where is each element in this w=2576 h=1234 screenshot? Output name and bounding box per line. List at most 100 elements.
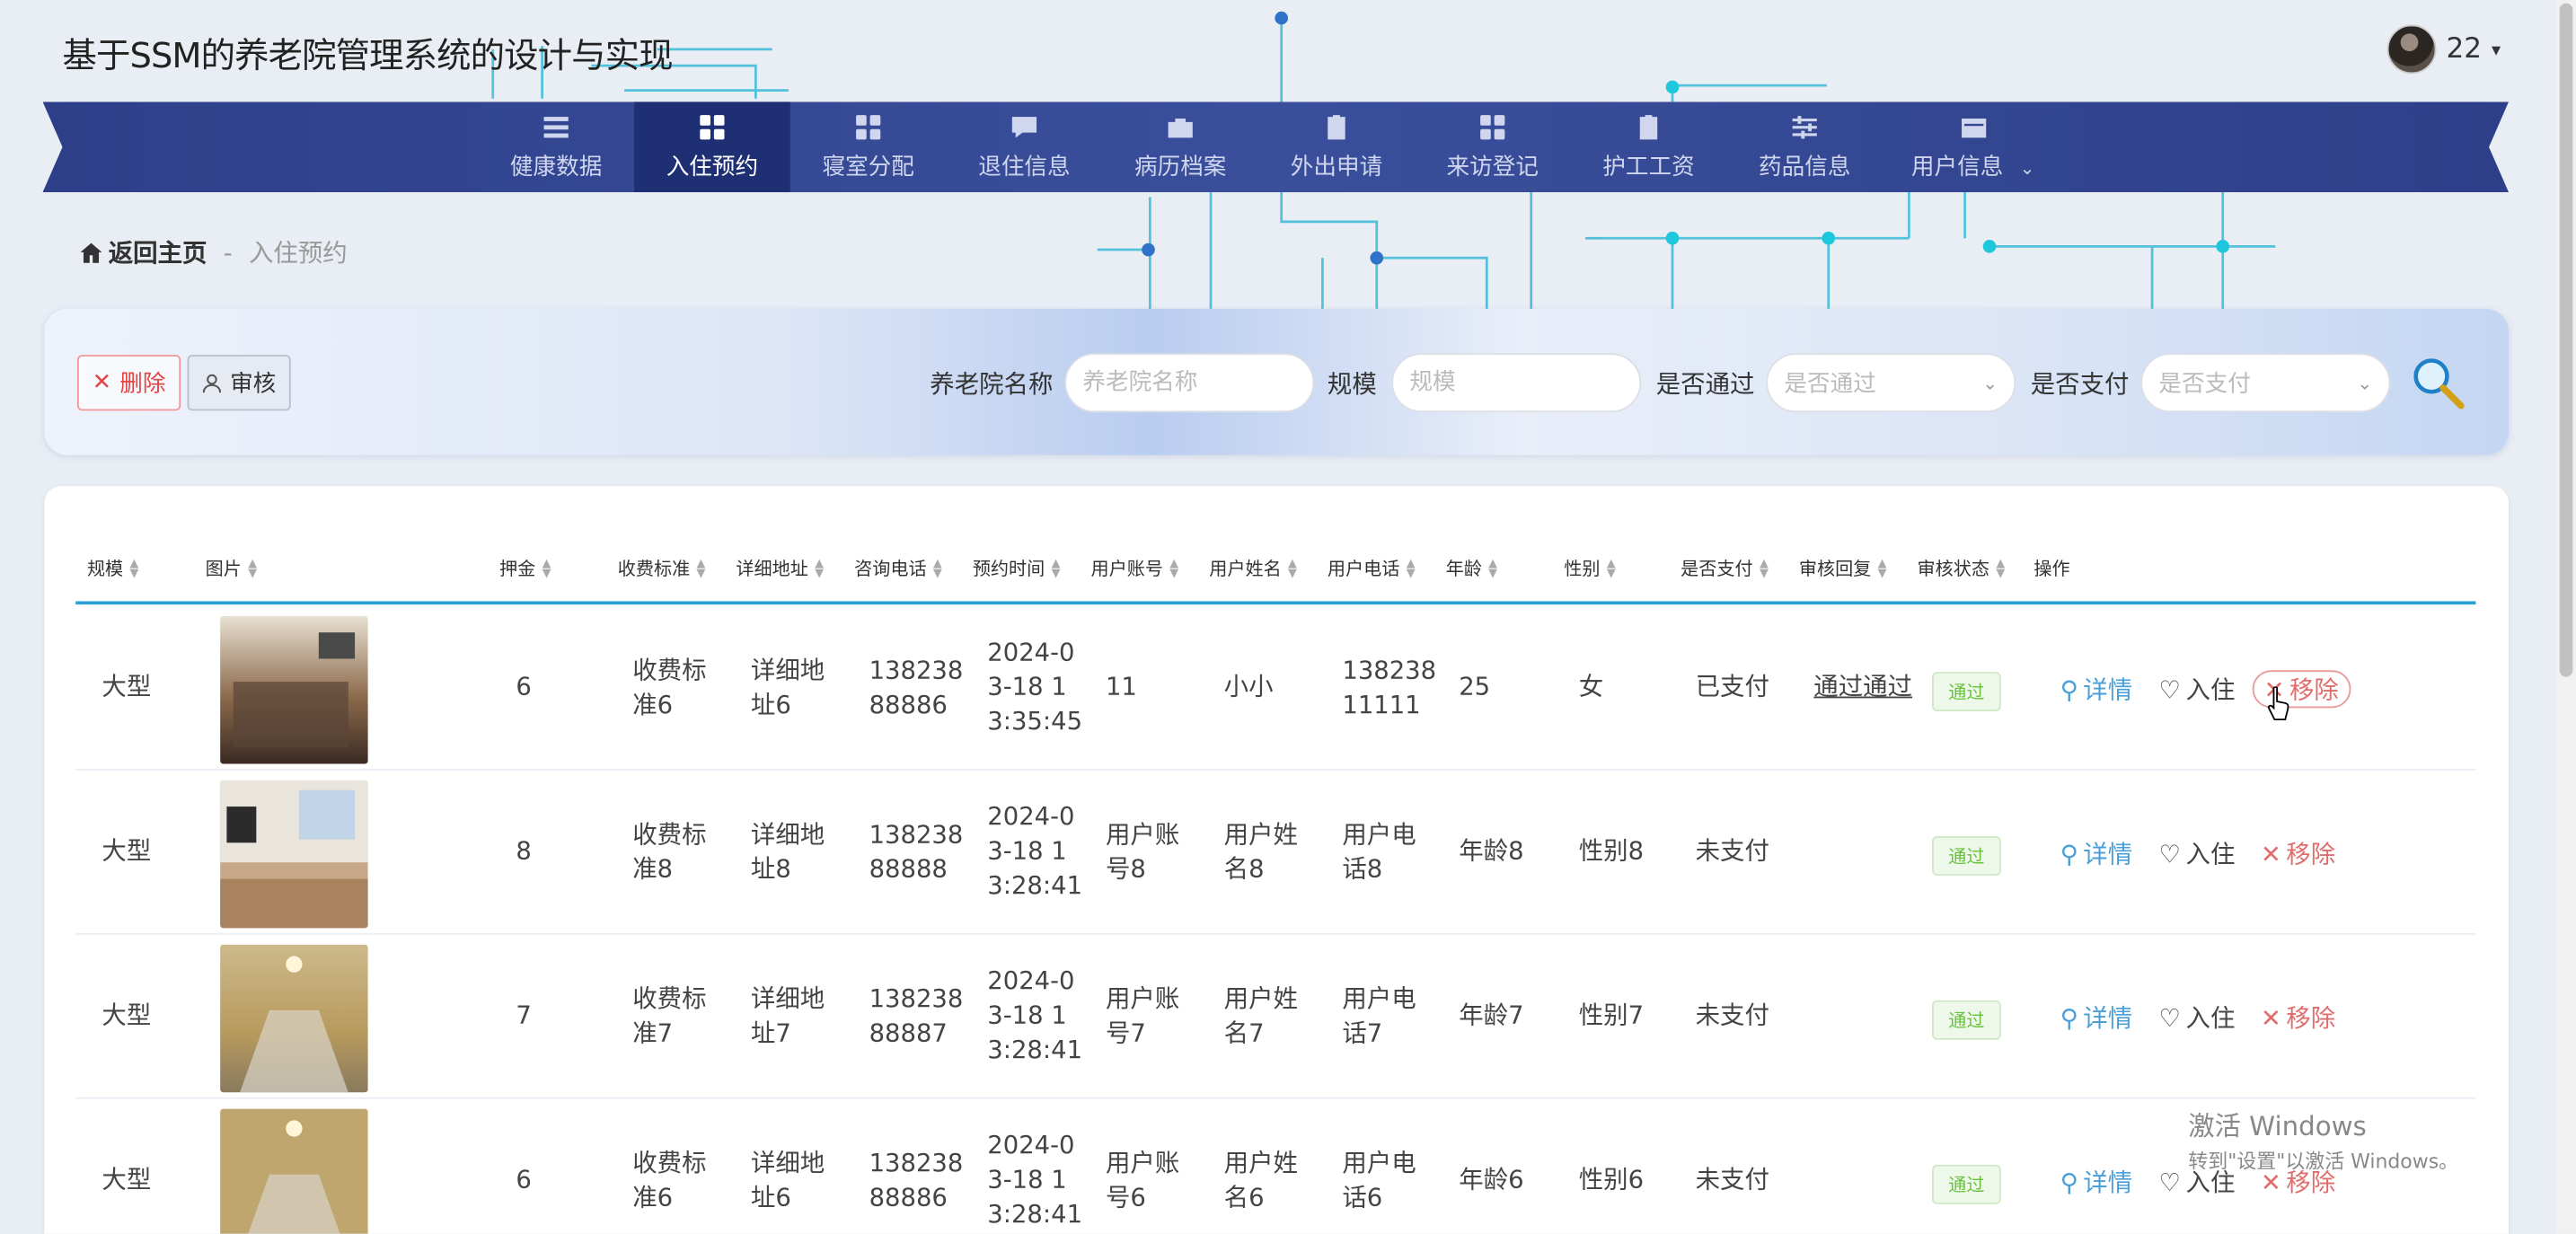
detail-button[interactable]: ⚲ 详情: [2060, 1165, 2133, 1199]
paid-select[interactable]: 是否支付 ⌄: [2140, 353, 2391, 413]
column-header[interactable]: 收费标准 ▲ ▼: [618, 555, 706, 581]
page-scrollbar[interactable]: [2556, 0, 2576, 1234]
cell-user-phone: 用户电 话8: [1342, 819, 1416, 885]
column-header-label: 用户电话: [1327, 558, 1400, 580]
user-menu[interactable]: 22 ▾: [2386, 24, 2501, 75]
table-row[interactable]: 大型 6 收费标 准6 详细地 址6 138238 88886 2024-0 3-18 …: [75, 1100, 2475, 1234]
breadcrumb-separator: -: [223, 237, 233, 268]
column-header[interactable]: 图片 ▲ ▼: [206, 555, 257, 581]
avatar[interactable]: [2386, 24, 2437, 75]
nav-item-user-info[interactable]: 用户信息 ⌄: [1883, 101, 2063, 192]
room-photo[interactable]: [220, 615, 368, 764]
nav-label: 药品信息: [1759, 154, 1851, 181]
cell-address: 详细地 址6: [750, 655, 825, 720]
column-header-label: 押金: [499, 558, 536, 580]
scale-input[interactable]: [1391, 353, 1642, 413]
nav-item-checkout-info[interactable]: 退住信息: [947, 101, 1103, 192]
clipboard-check-icon: [1328, 114, 1345, 139]
column-header[interactable]: 押金 ▲ ▼: [499, 555, 551, 581]
nav-item-caregiver-salary[interactable]: 护工工资: [1571, 101, 1727, 192]
heart-icon: ♡: [2158, 1167, 2182, 1197]
detail-button[interactable]: ⚲ 详情: [2060, 836, 2133, 870]
column-header[interactable]: 咨询电话 ▲ ▼: [854, 555, 942, 581]
table-row[interactable]: 大型 6 收费标 准6 详细地 址6 138238 88886 2024-0 3-18 …: [75, 608, 2476, 771]
column-header[interactable]: 是否支付 ▲ ▼: [1681, 555, 1769, 581]
nav-label: 健康数据: [509, 154, 603, 181]
search-panel: ✕ 删除 审核 养老院名称 规模 是否通过 是否通过 ⌄ 是否支付 是否支付 ⌄: [44, 308, 2510, 455]
column-header[interactable]: 规模 ▲ ▼: [87, 555, 138, 581]
nav-item-health-data[interactable]: 健康数据: [478, 101, 634, 192]
table-row[interactable]: 大型 7 收费标 准7 详细地 址7 138238 88887 2024-0 3-18 …: [75, 937, 2476, 1099]
column-header[interactable]: 用户电话 ▲ ▼: [1328, 555, 1416, 581]
passed-select[interactable]: 是否通过 ⌄: [1766, 353, 2016, 413]
caret-down-icon[interactable]: ▾: [2492, 39, 2501, 60]
sort-icon[interactable]: ▲ ▼: [1052, 558, 1061, 579]
sort-icon[interactable]: ▲ ▼: [1607, 558, 1616, 579]
table-row[interactable]: 大型 8 收费标 准8 详细地 址8 138238 88888 2024-0 3-18 …: [75, 772, 2476, 935]
delete-button[interactable]: ✕ 删除: [76, 355, 181, 411]
status-badge: 通过: [1932, 672, 2001, 711]
nav-item-medicine-info[interactable]: 药品信息: [1726, 101, 1883, 192]
audit-button[interactable]: 审核: [187, 355, 291, 411]
scrollbar-thumb[interactable]: [2559, 3, 2573, 677]
nav-item-medical-records[interactable]: 病历档案: [1102, 101, 1258, 192]
detail-button[interactable]: ⚲ 详情: [2060, 672, 2133, 706]
passed-select-placeholder: 是否通过: [1784, 371, 1876, 398]
sort-icon[interactable]: ▲ ▼: [1488, 558, 1497, 579]
column-header-label: 性别: [1564, 558, 1601, 580]
nav-item-room-assign[interactable]: 寝室分配: [790, 101, 947, 192]
detail-label: 详情: [2083, 674, 2133, 705]
sort-icon[interactable]: ▲ ▼: [933, 558, 942, 579]
room-photo[interactable]: [220, 1108, 368, 1234]
column-header[interactable]: 预约时间 ▲ ▼: [973, 555, 1061, 581]
detail-button[interactable]: ⚲ 详情: [2060, 1000, 2133, 1035]
column-header-label: 详细地址: [736, 558, 808, 580]
cell-gender: 性别8: [1578, 836, 1645, 866]
sort-icon[interactable]: ▲ ▼: [1169, 558, 1178, 579]
cell-phone: 138238 88886: [869, 1148, 964, 1212]
room-photo[interactable]: [220, 944, 368, 1093]
column-header[interactable]: 性别 ▲ ▼: [1564, 555, 1615, 581]
column-header[interactable]: 审核回复 ▲ ▼: [1799, 555, 1887, 581]
checkin-button[interactable]: ♡ 入住: [2158, 836, 2235, 870]
breadcrumb-home[interactable]: 返回主页: [79, 235, 207, 269]
checkin-button[interactable]: ♡ 入住: [2158, 672, 2235, 706]
nav-item-visitor-log[interactable]: 来访登记: [1415, 101, 1571, 192]
username[interactable]: 22: [2447, 33, 2483, 66]
sort-icon[interactable]: ▲ ▼: [815, 558, 824, 579]
nav-item-checkin-booking[interactable]: 入住预约: [634, 101, 790, 193]
checkin-button[interactable]: ♡ 入住: [2158, 1000, 2235, 1035]
sort-icon[interactable]: ▲ ▼: [248, 558, 257, 579]
sort-icon[interactable]: ▲ ▼: [1288, 558, 1297, 579]
column-header[interactable]: 详细地址 ▲ ▼: [736, 555, 824, 581]
sort-icon[interactable]: ▲ ▼: [1996, 558, 2005, 579]
cell-address: 详细地 址6: [750, 1148, 825, 1212]
sort-icon[interactable]: ▲ ▼: [1878, 558, 1887, 579]
sort-icon[interactable]: ▲ ▼: [129, 558, 138, 579]
breadcrumb-home-label[interactable]: 返回主页: [109, 235, 207, 269]
status-badge: 通过: [1932, 836, 2001, 876]
search-icon: ⚲: [2060, 1002, 2078, 1033]
sort-icon[interactable]: ▲ ▼: [543, 558, 551, 579]
heart-icon: ♡: [2158, 838, 2182, 868]
column-header[interactable]: 用户账号 ▲ ▼: [1091, 555, 1179, 581]
remove-label: 移除: [2286, 839, 2336, 869]
sort-icon[interactable]: ▲ ▼: [1407, 558, 1416, 579]
cell-user-phone: 138238 11111: [1342, 655, 1437, 720]
remove-button[interactable]: ✕移除: [2261, 836, 2335, 870]
room-photo[interactable]: [220, 780, 368, 929]
chevron-down-icon[interactable]: ⌄: [2020, 157, 2035, 179]
nav-item-outing-request[interactable]: 外出申请: [1258, 101, 1415, 192]
column-header[interactable]: 年龄 ▲ ▼: [1446, 555, 1497, 581]
column-header[interactable]: 用户姓名 ▲ ▼: [1209, 555, 1297, 581]
remove-button[interactable]: ✕移除: [2261, 1000, 2335, 1035]
cell-deposit: 8: [516, 836, 532, 866]
cell-age: 年龄6: [1459, 1164, 1524, 1194]
name-input[interactable]: [1064, 353, 1315, 413]
search-icon[interactable]: [2410, 355, 2466, 410]
watermark-title: 激活 Windows: [2188, 1110, 2367, 1142]
sort-icon[interactable]: ▲ ▼: [1760, 558, 1769, 579]
column-header[interactable]: 审核状态 ▲ ▼: [1918, 555, 2006, 581]
sort-icon[interactable]: ▲ ▼: [697, 558, 706, 579]
cell-account: 用户账 号7: [1105, 983, 1180, 1048]
